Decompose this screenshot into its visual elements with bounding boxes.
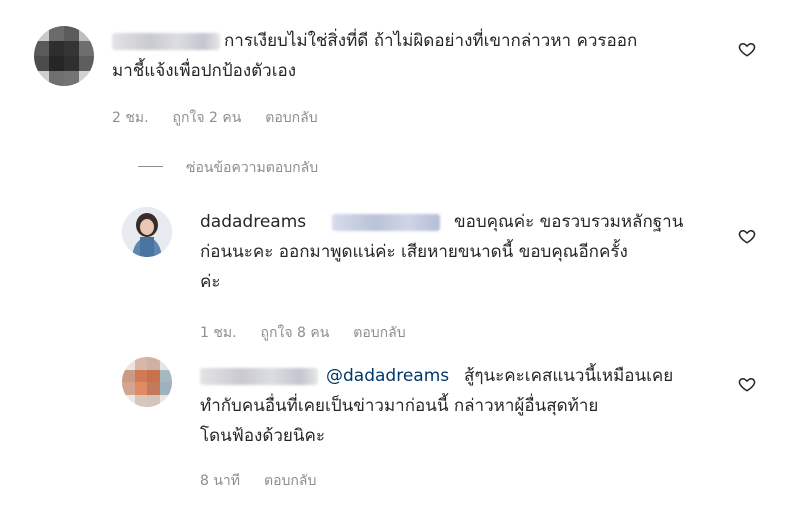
profile-photo <box>122 207 172 257</box>
avatar[interactable] <box>122 207 172 257</box>
comment-time: 8 นาที <box>200 473 241 489</box>
comment-meta: 8 นาที ตอบกลับ <box>200 470 340 492</box>
redacted-username <box>200 368 318 385</box>
comment-time: 1 ชม. <box>200 325 237 341</box>
comment-time: 2 ชม. <box>112 110 149 126</box>
comment-text: ค่ะ <box>200 272 221 292</box>
comment-text: ขอบคุณค่ะ ขอรวบรวมหลักฐาน <box>454 212 684 232</box>
heart-outline-icon[interactable] <box>738 40 756 58</box>
comment-text: สู้ๆนะคะเคสแนวนี้เหมือนเคย <box>464 366 674 386</box>
likes-count-button[interactable]: ถูกใจ 8 คน <box>261 325 330 341</box>
heart-outline-icon[interactable] <box>738 227 756 245</box>
reply-button[interactable]: ตอบกลับ <box>265 110 317 126</box>
comment-text: ก่อนนะคะ ออกมาพูดแน่ค่ะ เสียหายขนาดนี้ ข… <box>200 242 628 262</box>
comment-meta: 2 ชม. ถูกใจ 2 คน ตอบกลับ <box>112 107 342 129</box>
avatar[interactable] <box>122 357 172 407</box>
reply-button[interactable]: ตอบกลับ <box>353 325 405 341</box>
hide-replies-button[interactable]: ซ่อนข้อความตอบกลับ <box>186 157 318 179</box>
comment-meta: 1 ชม. ถูกใจ 8 คน ตอบกลับ <box>200 322 430 344</box>
heart-outline-icon[interactable] <box>738 375 756 393</box>
avatar[interactable] <box>34 26 94 86</box>
mention-link[interactable]: @dadadreams <box>326 364 449 389</box>
reply-button[interactable]: ตอบกลับ <box>264 473 316 489</box>
hide-replies-divider <box>138 166 163 167</box>
comment-text: โดนฟ้องด้วยนิคะ <box>200 426 326 446</box>
comment-text: การเงียบไม่ใช่สิ่งที่ดี ถ้าไม่ผิดอย่างที… <box>224 31 638 51</box>
redacted-username <box>112 33 220 50</box>
comment-text: ทำกับคนอื่นที่เคยเป็นข่าวมาก่อนนี้ กล่าว… <box>200 396 599 416</box>
redacted-mention <box>332 214 440 231</box>
comment-text: มาชี้แจ้งเพื่อปกป้องตัวเอง <box>112 61 297 81</box>
likes-count-button[interactable]: ถูกใจ 2 คน <box>173 110 242 126</box>
username-link[interactable]: dadadreams <box>200 210 306 235</box>
